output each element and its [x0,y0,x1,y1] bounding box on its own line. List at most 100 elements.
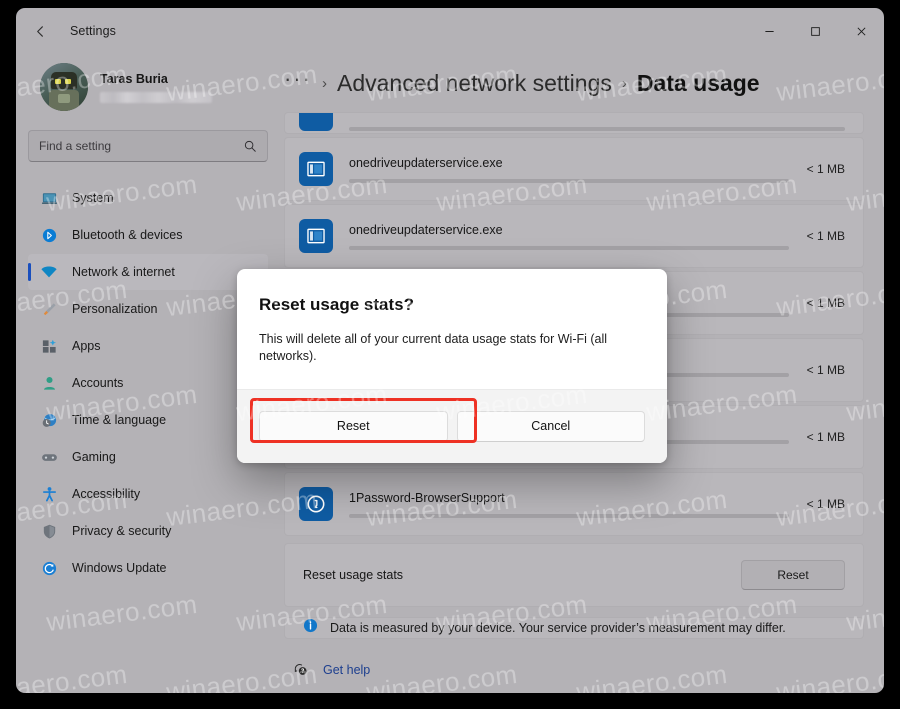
dialog-message: This will delete all of your current dat… [259,332,608,363]
sidebar-item-label: Privacy & security [72,524,172,538]
table-row[interactable]: onedriveupdaterservice.exe < 1 MB [285,138,863,200]
account-name: Taras Buria [100,71,168,86]
bluetooth-icon [40,226,58,244]
get-help-link[interactable]: Get help [292,661,864,678]
usage-bar [349,127,845,131]
usage-bar [349,178,789,183]
give-feedback-icon [292,692,309,693]
title-bar: Settings [16,8,884,54]
reset-usage-stats-button[interactable]: Reset [741,560,845,590]
accessibility-icon [40,485,58,503]
app-size: < 1 MB [806,162,845,176]
usage-bar [349,245,789,250]
app-title: Settings [70,24,116,38]
sidebar-item-network-internet[interactable]: Network & internet [28,254,268,290]
system-icon [40,189,58,207]
sidebar-item-label: Gaming [72,450,116,464]
settings-window: Settings Taras Buria Find a setting Syst… [16,8,884,693]
maximize-button[interactable] [792,8,838,54]
app-usage-row-card[interactable]: onedriveupdaterservice.exe < 1 MB [284,204,864,268]
generic-app-icon [299,113,333,131]
paintbrush-icon [40,300,58,318]
sidebar-item-label: Accessibility [72,487,141,501]
onepassword-icon [299,487,333,521]
app-size: < 1 MB [806,497,845,511]
sidebar-item-label: Bluetooth & devices [72,228,183,242]
shield-icon [40,522,58,540]
breadcrumb-separator: › [621,74,627,92]
sidebar-item-label: System [72,191,114,205]
apps-icon [40,337,58,355]
sidebar-item-apps[interactable]: Apps [28,328,268,364]
footer-links: Get help Give feedback [284,639,864,693]
breadcrumb: ··· › Advanced network settings › Data u… [280,54,864,112]
sidebar-item-personalization[interactable]: Personalization [28,291,268,327]
gamepad-icon [40,448,58,466]
get-help-label: Get help [323,662,371,677]
sidebar-item-bluetooth-devices[interactable]: Bluetooth & devices [28,217,268,253]
info-banner: Data is measured by your device. Your se… [284,617,864,639]
sidebar-item-windows-update[interactable]: Windows Update [28,550,268,586]
sidebar-item-label: Windows Update [72,561,167,575]
reset-usage-stats-row: Reset usage stats Reset [285,544,863,606]
search-icon [243,139,257,153]
reset-usage-stats-card: Reset usage stats Reset [284,543,864,607]
sidebar-nav: System Bluetooth & devices Network & int… [28,180,268,586]
sidebar-item-accounts[interactable]: Accounts [28,365,268,401]
wifi-icon [40,263,58,281]
app-size: < 1 MB [806,363,845,377]
sidebar-item-label: Network & internet [72,265,175,279]
app-name: onedriveupdaterservice.exe [349,155,503,170]
reset-usage-stats-label: Reset usage stats [303,568,404,582]
dialog-title: Reset usage stats? [259,295,414,314]
info-text: Data is measured by your device. Your se… [330,621,786,635]
dialog-reset-button[interactable]: Reset [259,410,448,442]
onedrive-updater-icon [299,219,333,253]
onedrive-updater-icon [299,152,333,186]
sidebar-item-label: Accounts [72,376,124,390]
search-box[interactable] [28,130,268,162]
app-usage-row-card[interactable] [284,112,864,134]
sidebar-item-accessibility[interactable]: Accessibility [28,476,268,512]
info-icon [303,618,318,638]
account-card[interactable]: Taras Buria [28,54,268,116]
table-row[interactable]: onedriveupdaterservice.exe < 1 MB [285,205,863,267]
sidebar-item-label: Personalization [72,302,158,316]
clock-globe-icon [40,411,58,429]
minimize-button[interactable] [746,8,792,54]
sidebar-item-privacy-security[interactable]: Privacy & security [28,513,268,549]
account-email-redacted [100,91,212,103]
breadcrumb-parent-link[interactable]: Advanced network settings [337,70,612,97]
sidebar-item-gaming[interactable]: Gaming [28,439,268,475]
app-usage-row-card[interactable]: 1Password-BrowserSupport < 1 MB [284,472,864,536]
reset-usage-stats-dialog: Reset usage stats? This will delete all … [237,269,667,463]
dialog-cancel-button[interactable]: Cancel [456,410,645,442]
window-controls [746,8,884,54]
sidebar-item-label: Apps [72,339,101,353]
app-name: onedriveupdaterservice.exe [349,222,503,237]
dialog-footer: Reset Cancel [237,388,667,463]
close-button[interactable] [838,8,884,54]
person-icon [40,374,58,392]
give-feedback-link[interactable]: Give feedback [292,692,864,693]
sidebar-item-time-language[interactable]: Time & language [28,402,268,438]
app-size: < 1 MB [806,229,845,243]
table-row[interactable] [285,113,863,133]
breadcrumb-overflow-button[interactable]: ··· [284,68,312,98]
usage-bar [349,513,789,518]
avatar [40,63,88,111]
table-row[interactable]: 1Password-BrowserSupport < 1 MB [285,473,863,535]
page-title: Data usage [636,69,760,96]
get-help-icon [292,661,309,678]
sidebar-item-system[interactable]: System [28,180,268,216]
app-size: < 1 MB [806,296,845,310]
app-usage-row-card[interactable]: onedriveupdaterservice.exe < 1 MB [284,137,864,201]
dialog-body: Reset usage stats? This will delete all … [237,269,667,389]
windows-update-icon [40,559,58,577]
app-name: 1Password-BrowserSupport [349,490,505,505]
back-button[interactable] [24,15,56,47]
breadcrumb-separator: › [321,74,327,92]
search-input[interactable] [39,139,243,153]
app-size: < 1 MB [806,430,845,444]
sidebar-item-label: Time & language [72,413,167,427]
